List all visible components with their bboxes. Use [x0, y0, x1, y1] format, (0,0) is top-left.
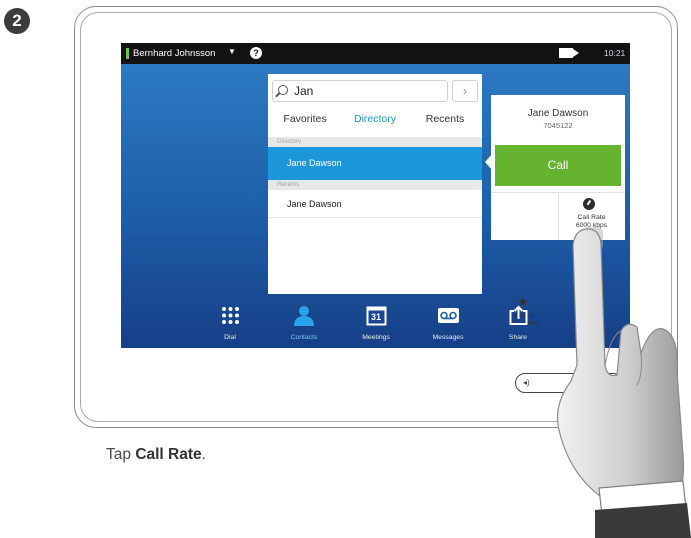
section-header-directory: Directory: [268, 137, 482, 147]
search-value: Jan: [294, 84, 314, 98]
caption-emphasis: Call Rate: [135, 446, 202, 463]
nav-meetings[interactable]: 31 Meetings: [345, 305, 407, 341]
nav-label: Messages: [432, 334, 464, 341]
tapping-hand-illustration: [556, 227, 691, 538]
search-icon: [278, 85, 288, 95]
status-bar: Bernhard Johnsson ▼ ? 10:21: [121, 43, 630, 64]
chevron-down-icon[interactable]: ▼: [228, 47, 236, 56]
step-number-badge: 2: [4, 8, 30, 34]
calendar-date: 31: [370, 312, 381, 322]
contacts-icon: [294, 306, 314, 326]
nav-label: Dial: [224, 334, 236, 341]
list-item-selected[interactable]: Jane Dawson: [268, 147, 482, 180]
nav-messages[interactable]: Messages: [417, 305, 479, 341]
tab-favorites[interactable]: Favorites: [270, 113, 340, 125]
tab-recents[interactable]: Recents: [410, 113, 480, 125]
nav-label: Contacts: [290, 334, 318, 341]
tab-directory[interactable]: Directory: [340, 113, 410, 125]
gauge-icon: [583, 198, 595, 210]
dial-pad-icon: [221, 307, 239, 324]
presence-indicator: [126, 48, 129, 59]
user-name[interactable]: Bernhard Johnsson: [133, 48, 215, 59]
nav-dial[interactable]: Dial: [199, 305, 261, 341]
list-item[interactable]: Jane Dawson: [268, 190, 482, 218]
nav-label: Meetings: [362, 334, 390, 341]
instruction-caption: Tap Call Rate.: [106, 446, 206, 464]
list-item-label: Jane Dawson: [287, 199, 342, 209]
search-input[interactable]: Jan: [272, 80, 448, 102]
clock: 10:21: [604, 48, 626, 58]
caption-suffix: .: [201, 446, 206, 463]
contacts-panel: Jan › Favorites Directory Recents Direct…: [268, 74, 482, 294]
search-go-button[interactable]: ›: [452, 80, 478, 102]
help-icon[interactable]: ?: [250, 47, 262, 59]
contact-number: 7045122: [543, 121, 573, 130]
call-button[interactable]: Call: [495, 145, 621, 186]
camera-icon[interactable]: [559, 48, 579, 58]
caption-prefix: Tap: [106, 446, 136, 463]
contact-name: Jane Dawson: [527, 108, 589, 119]
section-header-recents: Recents: [268, 180, 482, 190]
list-item-label: Jane Dawson: [287, 158, 342, 168]
voicemail-icon: [437, 308, 459, 323]
nav-contacts[interactable]: Contacts: [273, 305, 335, 341]
